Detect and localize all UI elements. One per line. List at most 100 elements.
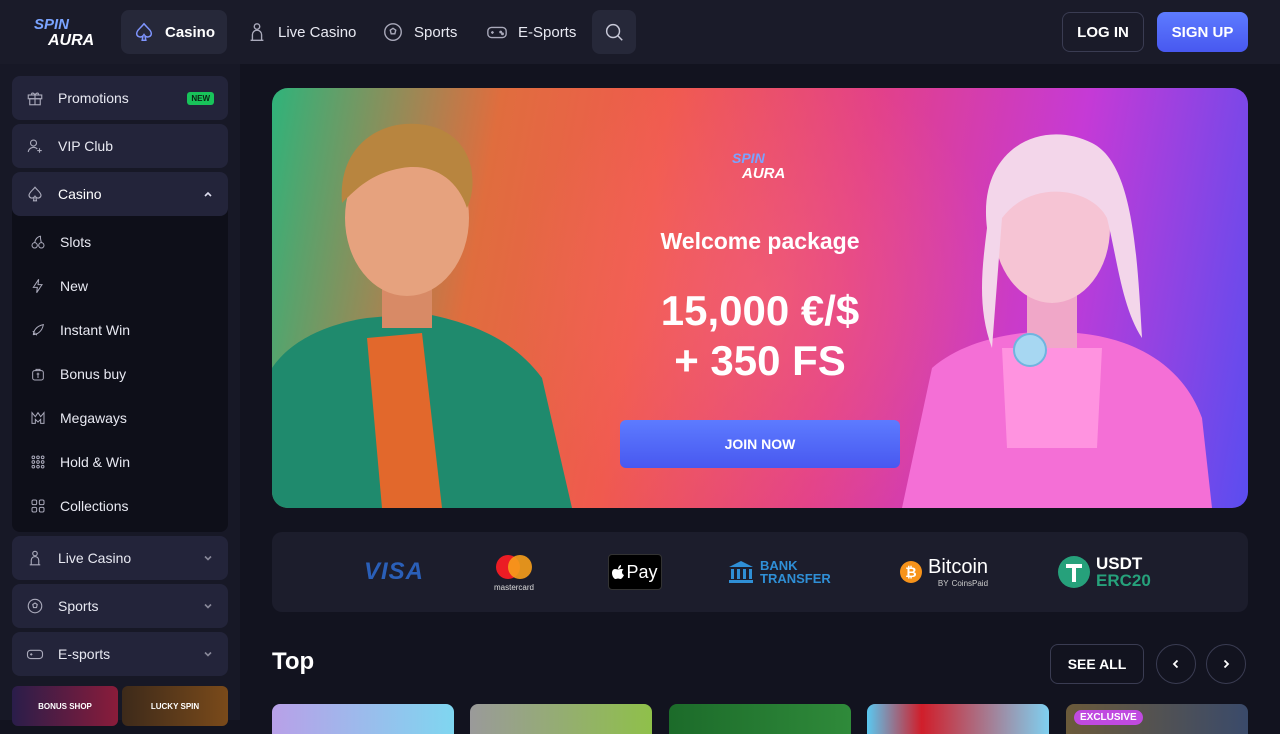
sidebar-subitem-collections[interactable]: Collections (30, 494, 128, 518)
sidebar-subitem-label: Bonus buy (60, 366, 127, 382)
welcome-banner: SPIN AURA Welcome package 15,000 €/$ + 3… (272, 88, 1248, 508)
visa-logo: VISA (364, 532, 424, 612)
logo-text-top: SPIN (34, 16, 70, 33)
next-button[interactable] (1206, 644, 1246, 684)
nav-sports[interactable]: Sports (370, 10, 469, 54)
sidebar-item-live-casino[interactable]: Live Casino (12, 536, 228, 580)
sidebar-subitem-slots[interactable]: Slots (30, 230, 91, 254)
sidebar-subitem-instant-win[interactable]: Instant Win (30, 318, 130, 342)
lucky-spin-label: LUCKY SPIN (150, 702, 200, 711)
visa-text: VISA (364, 558, 425, 585)
search-icon (605, 23, 623, 41)
chevron-right-icon (1223, 659, 1230, 669)
sidebar-subitem-label: Megaways (60, 410, 127, 426)
chevron-down-icon (204, 603, 212, 609)
nav-live-casino[interactable]: Live Casino (234, 10, 368, 54)
sidebar-item-label: VIP Club (58, 138, 113, 154)
chevron-down-icon (204, 651, 212, 657)
coinspaid-text: BY CoinsPaid (938, 579, 988, 588)
signup-button[interactable]: SIGN UP (1157, 12, 1248, 52)
sidebar-subitem-bonus-buy[interactable]: Bonus buy (30, 362, 126, 386)
sidebar-subitem-label: Hold & Win (60, 454, 131, 470)
banner-logo-top: SPIN (732, 150, 766, 166)
sidebar-item-esports[interactable]: E-sports (12, 632, 228, 676)
sidebar-item-sports[interactable]: Sports (12, 584, 228, 628)
usdt-line1: USDT (1096, 554, 1143, 573)
search-button[interactable] (592, 10, 636, 54)
nav-esports-label: E-Sports (518, 23, 577, 41)
mastercard-text: mastercard (493, 582, 534, 592)
dealer-icon (250, 23, 264, 41)
coinspaid-name-text: CoinsPaid (951, 579, 989, 588)
bank-icon (729, 561, 753, 583)
cherries-icon (31, 235, 45, 249)
sidebar-subitem-label: Slots (60, 234, 92, 250)
logo-text-bottom: AURA (47, 32, 94, 48)
sidebar-subitem-new[interactable]: New (30, 274, 88, 298)
nav-esports[interactable]: E-Sports (474, 10, 588, 54)
sidebar-subitem-label: Collections (60, 498, 129, 514)
payment-methods: VISA mastercard Pay BANK TRANSFER ₿ Bitc… (272, 532, 1248, 612)
banner-amount: 15,000 €/$ + 350 FS (272, 286, 1248, 386)
sidebar-item-label: Casino (58, 186, 102, 202)
game-tile[interactable]: EXCLUSIVE (1066, 704, 1248, 734)
nav-casino[interactable]: Casino (121, 10, 228, 54)
bitcoin-logo: ₿ Bitcoin BY CoinsPaid (900, 532, 988, 612)
svg-text:₿: ₿ (905, 564, 916, 580)
gift-icon (27, 92, 43, 106)
join-now-button[interactable]: JOIN NOW (620, 420, 900, 468)
sidebar-subitem-megaways[interactable]: Megaways (30, 406, 127, 430)
gamepad-icon (487, 26, 507, 39)
vip-user-icon (27, 139, 42, 153)
exclusive-badge: EXCLUSIVE (1074, 710, 1143, 725)
bonus-shop-tile[interactable]: BONUS SHOP (12, 686, 118, 726)
banner-title: Welcome package (660, 228, 860, 254)
soccer-ball-icon (27, 598, 43, 614)
chevron-up-icon (204, 191, 212, 197)
nav-live-casino-label: Live Casino (278, 23, 357, 41)
bonus-shop-label: BONUS SHOP (38, 702, 92, 711)
spin-aura-logo[interactable]: SPIN AURA (30, 14, 100, 49)
mastercard-logo: mastercard (492, 532, 536, 612)
apple-pay-logo: Pay (608, 532, 662, 612)
dealer-icon (29, 550, 41, 566)
coinspaid-by-text: BY (937, 579, 949, 588)
prev-button[interactable] (1156, 644, 1196, 684)
dots-grid-icon (31, 455, 45, 469)
sidebar-item-label: Sports (58, 598, 99, 614)
banner-amount-line2: + 350 FS (674, 337, 846, 384)
chevron-down-icon (204, 555, 212, 561)
bank-transfer-logo: BANK TRANSFER (728, 532, 831, 612)
new-badge: NEW (187, 91, 214, 105)
banner-amount-line1: 15,000 €/$ (660, 287, 860, 334)
bitcoin-icon: ₿ (900, 561, 922, 583)
login-button[interactable]: LOG IN (1062, 12, 1144, 52)
game-tile[interactable] (272, 704, 454, 734)
sidebar-subitem-label: New (60, 278, 89, 294)
sidebar-item-promotions[interactable]: Promotions NEW (12, 76, 228, 120)
tether-icon (1058, 556, 1090, 588)
sidebar-item-label: Live Casino (58, 550, 132, 566)
soccer-ball-icon (384, 23, 402, 41)
nav-sports-label: Sports (414, 23, 458, 41)
game-tile[interactable] (867, 704, 1049, 734)
section-title-top: Top (272, 648, 315, 675)
nav-casino-label: Casino (165, 23, 216, 41)
chevron-left-icon (1172, 659, 1179, 669)
sidebar-subitem-hold-win[interactable]: Hold & Win (30, 450, 130, 474)
sidebar-item-vip-club[interactable]: VIP Club (12, 124, 228, 168)
see-all-button[interactable]: SEE ALL (1050, 644, 1144, 684)
sidebar-item-casino[interactable]: Casino (12, 172, 228, 216)
game-tile[interactable] (669, 704, 851, 734)
collections-icon (31, 499, 45, 513)
sidebar-item-label: E-sports (58, 646, 111, 662)
lucky-spin-tile[interactable]: LUCKY SPIN (122, 686, 228, 726)
usdt-logo: USDT ERC20 (1058, 532, 1151, 612)
game-tile[interactable] (470, 704, 652, 734)
bank-line2: TRANSFER (760, 571, 831, 586)
apple-pay-text: Pay (626, 561, 658, 582)
top-bar: SPIN AURA Casino Live Casino Sports E-Sp… (0, 0, 1280, 64)
megaways-icon (31, 411, 45, 424)
mastercard-circles-icon (496, 554, 532, 579)
banner-logo: SPIN AURA (728, 148, 794, 182)
